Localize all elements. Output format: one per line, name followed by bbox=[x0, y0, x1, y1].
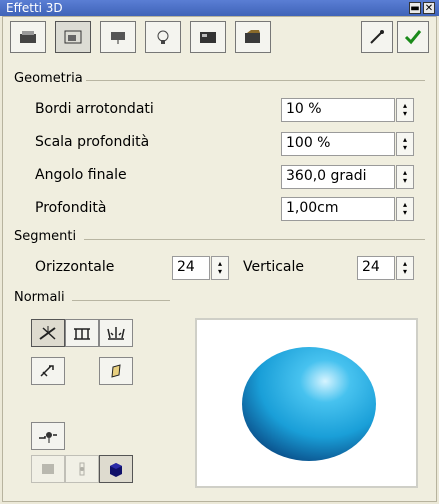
illumination-icon bbox=[111, 32, 125, 44]
normali-divider bbox=[72, 300, 170, 301]
apply-button[interactable] bbox=[397, 21, 429, 53]
title-bar: Effetti 3D ▬ ✕ bbox=[0, 0, 439, 16]
convert-3d-icon bbox=[39, 432, 57, 443]
normali-label: Normali bbox=[14, 290, 65, 305]
spin-down-icon: ▾ bbox=[402, 208, 407, 217]
spherical-icon bbox=[107, 327, 125, 340]
angolo-finale-field[interactable]: 360,0 gradi bbox=[281, 165, 395, 189]
checkmark-icon bbox=[404, 30, 422, 45]
lathe-icon bbox=[79, 462, 85, 476]
scala-profondita-field[interactable]: 100 % bbox=[281, 132, 395, 156]
close-button[interactable]: ✕ bbox=[423, 2, 435, 14]
textures-icon bbox=[200, 32, 216, 43]
bordi-arrotondati-label: Bordi arrotondati bbox=[35, 101, 154, 117]
shading-icon bbox=[64, 30, 82, 44]
scala-profondita-label: Scala profondità bbox=[35, 134, 150, 150]
material-tab[interactable] bbox=[235, 21, 271, 53]
bordi-arrotondati-field[interactable]: 10 % bbox=[281, 98, 395, 122]
spin-down-icon: ▾ bbox=[402, 109, 407, 118]
profondita-label: Profondità bbox=[35, 200, 107, 216]
object-specific-icon bbox=[39, 326, 56, 340]
spin-down-icon: ▾ bbox=[402, 267, 407, 276]
geometria-divider bbox=[86, 80, 425, 81]
segmenti-divider bbox=[84, 239, 425, 240]
orizzontale-label: Orizzontale bbox=[35, 259, 115, 275]
flat-button[interactable] bbox=[65, 319, 99, 347]
flat-icon bbox=[74, 328, 90, 340]
orizzontale-field[interactable]: 24 bbox=[172, 256, 210, 280]
verticale-label: Verticale bbox=[243, 259, 305, 275]
geometry-tab[interactable] bbox=[10, 21, 46, 53]
spin-down-icon: ▾ bbox=[402, 143, 407, 152]
material-icon bbox=[245, 30, 260, 43]
bordi-arrotondati-spin[interactable]: ▴ ▾ bbox=[396, 98, 414, 122]
light-bulb-icon bbox=[157, 30, 169, 44]
profondita-field[interactable]: 1,00cm bbox=[281, 197, 395, 221]
preview-pane bbox=[195, 318, 418, 488]
minimize-button[interactable]: ▬ bbox=[409, 2, 421, 14]
window-title: Effetti 3D bbox=[6, 1, 63, 15]
scala-profondita-spin[interactable]: ▴ ▾ bbox=[396, 132, 414, 156]
double-sided-lighting-button[interactable] bbox=[99, 357, 133, 385]
textures-tab[interactable] bbox=[190, 21, 226, 53]
angolo-finale-spin[interactable]: ▴ ▾ bbox=[396, 165, 414, 189]
geometry-icon bbox=[20, 31, 36, 43]
pipette-icon bbox=[370, 30, 384, 44]
spherical-button[interactable] bbox=[99, 319, 133, 347]
spin-down-icon: ▾ bbox=[402, 176, 407, 185]
shading-tab[interactable] bbox=[55, 21, 91, 53]
segmenti-label: Segmenti bbox=[14, 229, 77, 244]
spin-down-icon: ▾ bbox=[217, 267, 222, 276]
profondita-spin[interactable]: ▴ ▾ bbox=[396, 197, 414, 221]
perspective-button[interactable] bbox=[31, 455, 65, 483]
lathe-button[interactable] bbox=[65, 455, 99, 483]
sphere-preview bbox=[242, 347, 376, 461]
orizzontale-spin[interactable]: ▴ ▾ bbox=[211, 256, 229, 280]
invert-normals-icon bbox=[40, 365, 54, 377]
perspective-icon bbox=[42, 464, 54, 474]
assign-button[interactable] bbox=[361, 21, 393, 53]
object-specific-button[interactable] bbox=[31, 319, 65, 347]
invert-normals-button[interactable] bbox=[31, 357, 65, 385]
light-tab[interactable] bbox=[145, 21, 181, 53]
double-sided-icon bbox=[111, 364, 121, 378]
convert-to-3d-button[interactable] bbox=[31, 422, 65, 450]
cube-icon bbox=[110, 463, 122, 477]
verticale-spin[interactable]: ▴ ▾ bbox=[396, 256, 414, 280]
verticale-field[interactable]: 24 bbox=[357, 256, 395, 280]
angolo-finale-label: Angolo finale bbox=[35, 167, 127, 183]
illumination-tab[interactable] bbox=[100, 21, 136, 53]
geometria-label: Geometria bbox=[14, 71, 83, 86]
toolbar bbox=[10, 21, 280, 56]
shading-preview-button[interactable] bbox=[99, 455, 133, 483]
